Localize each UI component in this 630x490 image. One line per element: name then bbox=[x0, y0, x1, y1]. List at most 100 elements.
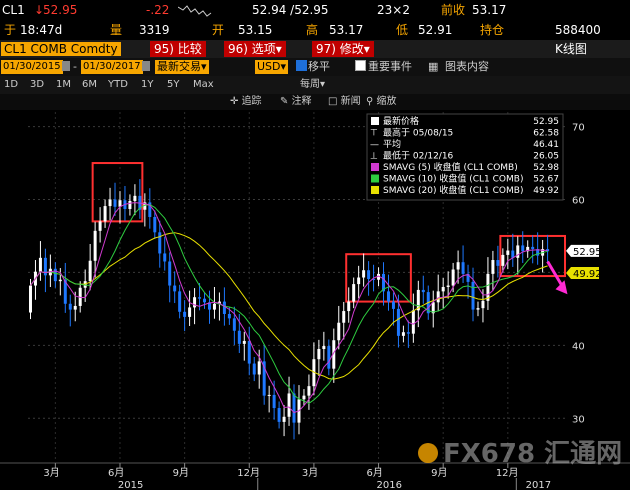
legend-value: 49.92 bbox=[533, 186, 559, 196]
candle-body bbox=[496, 260, 500, 266]
track-tool[interactable]: ✛ 追踪 bbox=[230, 94, 262, 110]
news-tool[interactable]: □ 新闻 bbox=[328, 94, 361, 110]
frequency-select[interactable]: 每周▾ bbox=[300, 77, 325, 93]
candle-body bbox=[292, 393, 296, 423]
security-field[interactable]: CL1 COMB Comdty bbox=[1, 42, 121, 56]
legend-value: 52.98 bbox=[533, 163, 559, 173]
table-icon[interactable]: ▦ bbox=[428, 58, 438, 76]
candle-body bbox=[481, 300, 485, 309]
last-price-icon bbox=[371, 117, 379, 125]
candle-body bbox=[93, 230, 97, 261]
candle-body bbox=[58, 279, 62, 282]
y-tick-label: 60 bbox=[572, 196, 585, 207]
timeframe-tab-3d[interactable]: 3D bbox=[30, 77, 44, 93]
candle-body bbox=[342, 311, 346, 323]
candle-body bbox=[68, 303, 72, 310]
candle-body bbox=[476, 308, 480, 310]
x-tick-label: 6月 bbox=[108, 467, 124, 479]
legend-value: 52.67 bbox=[533, 175, 559, 185]
chart-type-label[interactable]: K线图 bbox=[555, 41, 587, 57]
candle-body bbox=[446, 285, 450, 287]
timeframe-tab-5y[interactable]: 5Y bbox=[167, 77, 179, 93]
candle-body bbox=[406, 332, 410, 334]
volume-label: 量 bbox=[110, 23, 123, 37]
net-change: -.22 bbox=[146, 3, 170, 17]
zoom-tool[interactable]: ⚲ 缩放 bbox=[366, 94, 397, 110]
prev-close-label: 前收 bbox=[441, 3, 466, 17]
high-value: 53.17 bbox=[329, 23, 364, 37]
start-date-field[interactable]: 01/30/2015 bbox=[1, 60, 63, 74]
candle-body bbox=[158, 232, 162, 254]
candle-body bbox=[317, 348, 321, 360]
events-checkbox[interactable] bbox=[355, 58, 366, 76]
candle-body bbox=[232, 318, 236, 331]
candle-body bbox=[302, 395, 306, 400]
date-range-bar: 01/30/2015 - 01/30/2017 最新交易▾ USD▾ 移平 重要… bbox=[0, 58, 630, 76]
candle-body bbox=[28, 285, 32, 313]
shift-checkbox[interactable] bbox=[296, 58, 307, 76]
ticker-symbol[interactable]: CL1 bbox=[2, 0, 25, 20]
timeframe-tab-1m[interactable]: 1M bbox=[56, 77, 71, 93]
note-tool[interactable]: ✎ 注释 bbox=[280, 94, 312, 110]
candle-body bbox=[252, 363, 256, 375]
candle-body bbox=[237, 330, 241, 344]
timeframe-tab-6m[interactable]: 6M bbox=[82, 77, 97, 93]
candle-body bbox=[108, 199, 112, 207]
x-tick-label: 12月 bbox=[237, 467, 260, 479]
candle-body bbox=[486, 273, 490, 301]
chart-content-label[interactable]: 图表内容 bbox=[445, 58, 489, 76]
legend-value: 52.95 bbox=[533, 117, 559, 127]
calendar-icon[interactable] bbox=[142, 61, 150, 71]
candle-body bbox=[357, 277, 361, 285]
candlestick-chart[interactable]: 3040506070 3月6月9月12月3月6月9月12月20152016201… bbox=[0, 110, 630, 490]
watermark-logo-icon bbox=[418, 443, 438, 463]
legend-swatch bbox=[371, 163, 379, 171]
legend-swatch bbox=[371, 174, 379, 183]
watermark: FX678 汇通网 bbox=[418, 439, 622, 469]
open-interest-label: 持仓 bbox=[480, 23, 505, 37]
candle-body bbox=[421, 289, 425, 293]
edit-button[interactable]: 97) 修改▾ bbox=[312, 41, 374, 57]
legend-label: 最低于 02/12/16 bbox=[383, 150, 454, 162]
period-select[interactable]: 最新交易▾ bbox=[155, 60, 209, 74]
candle-body bbox=[203, 298, 207, 303]
time-label: 于 bbox=[4, 23, 17, 37]
candle-body bbox=[188, 307, 192, 317]
drawing-tools-bar: ✛ 追踪 ✎ 注释 □ 新闻 ⚲ 缩放 bbox=[0, 94, 630, 110]
legend-value: 26.05 bbox=[533, 152, 559, 162]
year-label: 2016 bbox=[376, 480, 401, 490]
legend-label: SMAVG (20) 收盘值 (CL1 COMB) bbox=[383, 184, 523, 196]
candle-body bbox=[103, 206, 107, 222]
timeframe-tab-max[interactable]: Max bbox=[193, 77, 214, 93]
candle-body bbox=[173, 285, 177, 292]
candle-body bbox=[212, 303, 216, 310]
year-label: 2015 bbox=[118, 480, 143, 490]
candle-body bbox=[461, 262, 465, 274]
candle-body bbox=[386, 291, 390, 302]
candle-body bbox=[287, 393, 291, 417]
watermark-text: FX678 汇通网 bbox=[443, 439, 622, 469]
candle-body bbox=[227, 313, 231, 319]
stats-bar: 于 18:47d 量 3319 开 53.15 高 53.17 低 52.91 … bbox=[0, 20, 630, 40]
candle-body bbox=[267, 394, 271, 396]
quote-bar: CL1 ↓ 52.95 -.22 52.94 /52.95 23×2 前收 53… bbox=[0, 0, 630, 20]
currency-select[interactable]: USD▾ bbox=[255, 60, 289, 74]
legend-label: SMAVG (10) 收盘值 (CL1 COMB) bbox=[383, 173, 523, 185]
compare-button[interactable]: 95) 比较 bbox=[150, 41, 206, 57]
timeframe-tab-1y[interactable]: 1Y bbox=[141, 77, 153, 93]
legend-label: 最高于 05/08/15 bbox=[383, 127, 453, 139]
open-interest-value: 588400 bbox=[555, 23, 601, 37]
timeframe-tab-ytd[interactable]: YTD bbox=[108, 77, 128, 93]
candle-body bbox=[491, 260, 495, 274]
calendar-icon[interactable] bbox=[62, 61, 70, 71]
candle-body bbox=[347, 301, 351, 312]
last-price: 52.95 bbox=[43, 3, 78, 17]
candle-body bbox=[198, 297, 202, 299]
candle-body bbox=[471, 281, 475, 310]
options-button[interactable]: 96) 选项▾ bbox=[224, 41, 286, 57]
candle-body bbox=[98, 221, 102, 231]
y-tick-label: 70 bbox=[572, 123, 585, 134]
candle-body bbox=[113, 199, 117, 207]
timeframe-tab-1d[interactable]: 1D bbox=[4, 77, 18, 93]
end-date-field[interactable]: 01/30/2017 bbox=[81, 60, 143, 74]
